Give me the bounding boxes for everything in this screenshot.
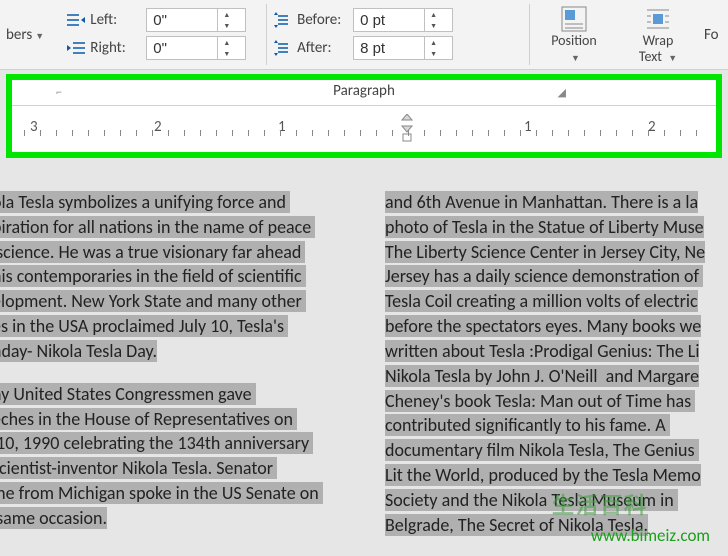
chevron-down-icon: ▼ — [571, 53, 580, 64]
indent-left-icon — [66, 10, 86, 30]
ruler-number: 2 — [648, 118, 656, 136]
paragraph[interactable]: ny United States Congressmen gave eches … — [0, 382, 351, 531]
indent-left-spinbox[interactable]: ▲▼ — [146, 8, 246, 32]
spin-buttons[interactable]: ▲▼ — [424, 9, 442, 31]
chevron-down-icon: ▼ — [668, 53, 677, 64]
chevron-down-icon: ▼ — [425, 20, 442, 31]
indent-left-label: Left: — [90, 11, 142, 29]
spacing-before-icon — [273, 10, 293, 30]
chevron-down-icon: ▼ — [218, 20, 235, 31]
line-numbers-button[interactable]: bers▼ — [0, 4, 60, 65]
paragraph-group-row: ⌐ Paragraph ◢ — [12, 80, 716, 106]
wrap-text-button[interactable]: WrapText ▼ — [620, 4, 696, 65]
spacing-group: Before: ▲▼ After: ▲▼ — [267, 4, 530, 65]
ruler-highlight: ⌐ Paragraph ◢ 3 2 1 1 2 — [6, 74, 722, 158]
position-button[interactable]: Position▼ — [536, 4, 612, 65]
spacing-after-label: After: — [297, 39, 349, 57]
indent-right-label: Right: — [90, 39, 142, 57]
indent-right-input[interactable] — [147, 37, 217, 59]
chevron-up-icon: ▲ — [425, 9, 442, 20]
ruler-number: 3 — [30, 118, 38, 136]
chevron-down-icon: ▼ — [425, 48, 442, 59]
wrap-text-icon — [644, 5, 672, 33]
indent-marker[interactable] — [400, 114, 414, 142]
spacing-after-spinbox[interactable]: ▲▼ — [353, 36, 453, 60]
tab-stop-icon: ⌐ — [56, 86, 62, 100]
spacing-before-input[interactable] — [354, 9, 424, 31]
format-fragment: Fo — [704, 4, 722, 65]
indent-left-input[interactable] — [147, 9, 217, 31]
spacing-after-icon — [273, 38, 293, 58]
indent-right-spinbox[interactable]: ▲▼ — [146, 36, 246, 60]
selected-text[interactable]: ola Tesla symbolizes a unifying force an… — [0, 191, 315, 362]
chevron-down-icon: ▼ — [35, 31, 44, 42]
chevron-up-icon: ▲ — [218, 9, 235, 20]
indent-group: Left: ▲▼ Right: ▲▼ — [60, 4, 267, 65]
selected-text[interactable]: ny United States Congressmen gave eches … — [0, 383, 323, 529]
paragraph[interactable]: ola Tesla symbolizes a unifying force an… — [0, 190, 351, 364]
chevron-down-icon: ▼ — [218, 48, 235, 59]
watermark-url: www.bimeiz.com — [591, 525, 710, 546]
position-icon — [560, 5, 588, 33]
column-left: ola Tesla symbolizes a unifying force an… — [0, 190, 351, 556]
spin-buttons[interactable]: ▲▼ — [424, 37, 442, 59]
spacing-after-input[interactable] — [354, 37, 424, 59]
watermark-text: 生活百科 — [552, 488, 648, 520]
chevron-up-icon: ▲ — [218, 37, 235, 48]
dialog-launcher-icon[interactable]: ◢ — [558, 86, 566, 99]
ribbon: bers▼ Left: ▲▼ Right: ▲▼ — [0, 0, 728, 70]
ruler-number: 2 — [154, 118, 162, 136]
paragraph-group-label: Paragraph — [333, 82, 395, 100]
selected-text[interactable]: and 6th Avenue in Manhattan. There is a … — [385, 191, 705, 536]
indent-right-icon — [66, 38, 86, 58]
spacing-before-spinbox[interactable]: ▲▼ — [353, 8, 453, 32]
spin-buttons[interactable]: ▲▼ — [217, 9, 235, 31]
spin-buttons[interactable]: ▲▼ — [217, 37, 235, 59]
horizontal-ruler[interactable]: 3 2 1 1 2 — [12, 106, 716, 150]
paragraph[interactable]: and 6th Avenue in Manhattan. There is a … — [385, 190, 728, 538]
chevron-up-icon: ▲ — [425, 37, 442, 48]
spacing-before-label: Before: — [297, 11, 349, 29]
arrange-group: Position▼ WrapText ▼ Fo — [530, 4, 728, 65]
ruler-number: 1 — [524, 118, 532, 136]
